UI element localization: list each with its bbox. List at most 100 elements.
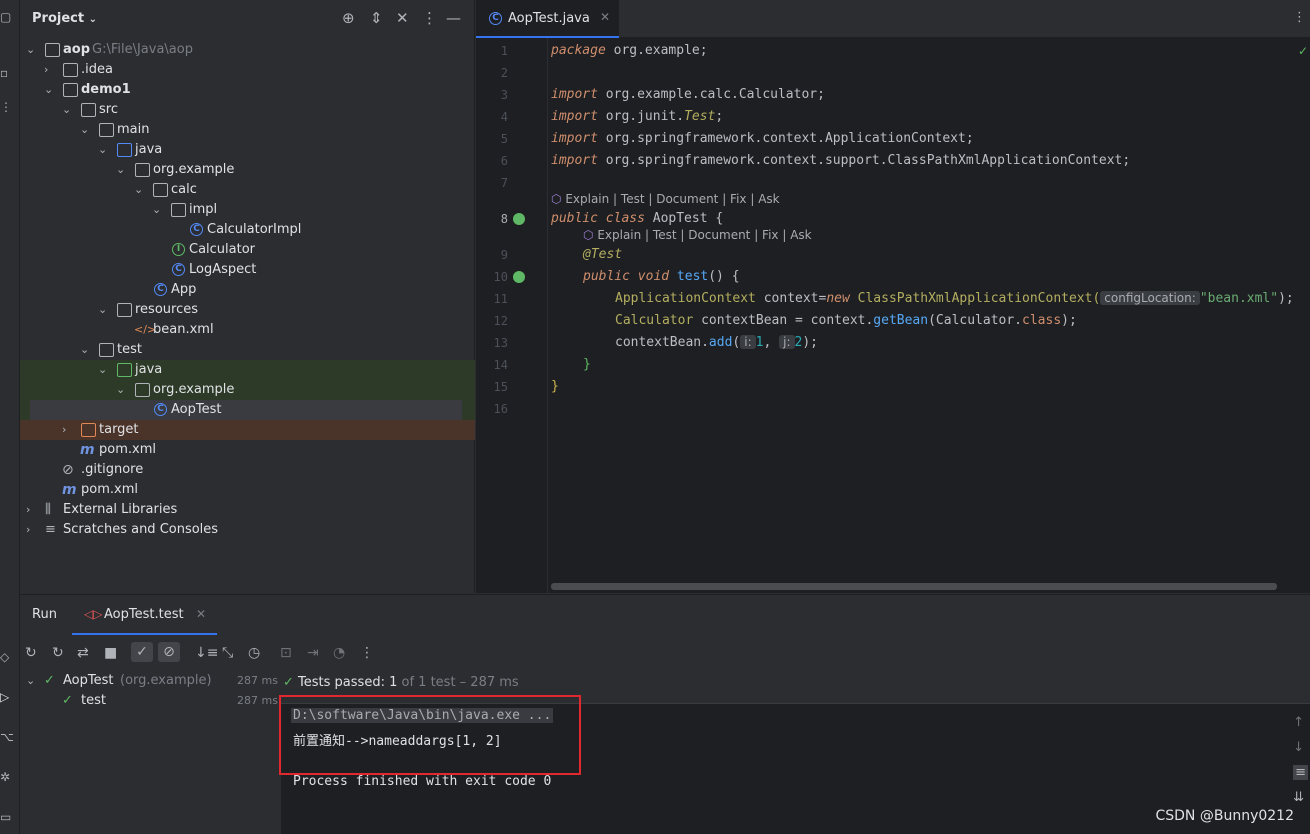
rerun-failed-icon[interactable]: ↻ (52, 645, 64, 661)
tree-item-src[interactable]: ⌄ src (20, 100, 475, 120)
close-icon[interactable]: ✕ (600, 10, 610, 24)
close-icon[interactable]: ✕ (196, 607, 206, 621)
locate-icon[interactable]: ⊕ (342, 9, 355, 27)
tree-item-logaspect[interactable]: C LogAspect (20, 260, 475, 280)
chevron-down-icon[interactable]: ⌄ (152, 200, 164, 220)
tree-item-aoptest[interactable]: C AopTest (20, 400, 475, 420)
tree-item-org-example[interactable]: ⌄ org.example (20, 160, 475, 180)
scroll-to-end-icon[interactable]: ⇊ (1293, 790, 1304, 805)
chevron-right-icon[interactable]: › (62, 420, 74, 440)
git-tool-icon[interactable]: ⌥ (0, 730, 14, 744)
tree-item-test-org-example[interactable]: ⌄ org.example (20, 380, 475, 400)
tree-item-calculatorimpl[interactable]: C CalculatorImpl (20, 220, 475, 240)
code-editor[interactable]: C AopTest.java ✕ ⋮ 1 2 3 4 5 6 7 8 9 10 … (476, 0, 1310, 593)
project-tool-icon[interactable]: ▢ (0, 10, 14, 24)
chevron-down-icon[interactable]: ⌄ (26, 40, 38, 60)
hide-icon[interactable]: — (446, 9, 461, 27)
horizontal-scrollbar[interactable] (551, 583, 1277, 590)
tree-item-resources[interactable]: ⌄ resources (20, 300, 475, 320)
tree-item-main[interactable]: ⌄ main (20, 120, 475, 140)
folder-icon (99, 123, 114, 137)
folder-icon (63, 63, 78, 77)
tree-item-gitignore[interactable]: ⊘ .gitignore (20, 460, 475, 480)
chevron-down-icon[interactable]: ⌄ (44, 80, 56, 100)
terminal-tool-icon[interactable]: ▭ (0, 810, 14, 824)
folder-icon (81, 103, 96, 117)
chevron-down-icon[interactable]: ⌄ (134, 180, 146, 200)
chevron-down-icon[interactable]: ⌄ (80, 120, 92, 140)
tree-item-demo1-pom[interactable]: m pom.xml (20, 440, 475, 460)
chevron-right-icon[interactable]: › (44, 60, 56, 80)
project-title[interactable]: Project ⌄ (32, 11, 97, 26)
class-icon: C (154, 283, 167, 296)
toggle-auto-test-icon[interactable]: ⇄ (77, 645, 89, 661)
services-tool-icon[interactable]: ◇ (0, 650, 14, 664)
parameter-hint: j: (779, 335, 795, 349)
scroll-down-icon[interactable]: ↓ (1293, 740, 1304, 755)
debug-tool-icon[interactable]: ✲ (0, 770, 14, 784)
library-icon: ⫼ (45, 502, 51, 517)
tree-item-calculator[interactable]: I Calculator (20, 240, 475, 260)
code-line-11: ApplicationContext context=new ClassPath… (615, 291, 1294, 306)
tree-item-impl[interactable]: ⌄ impl (20, 200, 475, 220)
run-class-icon[interactable] (513, 213, 525, 225)
tab-aoptest-java[interactable]: C AopTest.java ✕ (476, 0, 619, 38)
history-icon[interactable]: ◷ (248, 645, 260, 661)
tree-item-aop[interactable]: ⌄ aop G:\File\Java\aop (20, 40, 475, 60)
tree-item-test-java[interactable]: ⌄ java (20, 360, 475, 380)
stop-icon[interactable]: ■ (104, 645, 117, 661)
tree-item-bean-xml[interactable]: </> bean.xml (20, 320, 475, 340)
tree-item-app[interactable]: C App (20, 280, 475, 300)
tree-item-scratches[interactable]: › ≡ Scratches and Consoles (20, 520, 475, 540)
show-passed-icon[interactable]: ✓ (131, 642, 153, 662)
tab-aoptest-test[interactable]: ◁▷ AopTest.test ✕ (72, 595, 217, 635)
screenshot-icon[interactable]: ⊡ (280, 645, 292, 661)
show-ignored-icon[interactable]: ⊘ (158, 642, 180, 662)
selection-highlight (30, 400, 462, 420)
chevron-right-icon[interactable]: › (26, 500, 38, 520)
coverage-icon[interactable]: ◔ (333, 645, 345, 661)
ai-code-lens[interactable]: ⬡ Explain | Test | Document | Fix | Ask (583, 228, 812, 242)
rerun-icon[interactable]: ↻ (25, 645, 37, 661)
chevron-down-icon[interactable]: ⌄ (98, 140, 110, 160)
chevron-down-icon[interactable]: ⌄ (26, 671, 35, 691)
run-tool-icon[interactable]: ▷ (0, 690, 14, 704)
tree-item-java[interactable]: ⌄ java (20, 140, 475, 160)
interface-icon: I (172, 243, 185, 256)
collapse-icon[interactable]: ⤡ (222, 645, 233, 661)
tab-options-icon[interactable]: ⋮ (1293, 10, 1306, 25)
chevron-down-icon[interactable]: ⌄ (80, 340, 92, 360)
collapse-all-icon[interactable]: ✕ (396, 9, 409, 27)
test-tree-item-aoptest[interactable]: ⌄ ✓ AopTest (org.example) 287 ms (20, 671, 280, 691)
test-tree-item-test[interactable]: ✓ test 287 ms (20, 691, 280, 711)
ai-code-lens[interactable]: ⬡ Explain | Test | Document | Fix | Ask (551, 192, 780, 206)
chevron-down-icon[interactable]: ⌄ (116, 160, 128, 180)
more-options-icon[interactable]: ⋮ (360, 645, 374, 661)
chevron-down-icon[interactable]: ⌄ (98, 360, 110, 380)
chevron-down-icon[interactable]: ⌄ (98, 300, 110, 320)
tree-item-target[interactable]: › target (20, 420, 475, 440)
sort-icon[interactable]: ↓≡ (195, 645, 218, 661)
inspection-ok-icon[interactable]: ✓ (1298, 44, 1308, 58)
chevron-down-icon[interactable]: ⌄ (62, 100, 74, 120)
line-number: 10 (493, 270, 508, 284)
run-test-icon[interactable] (513, 271, 525, 283)
more-tools-icon[interactable]: ⋮ (0, 100, 14, 114)
expand-all-icon[interactable]: ⇕ (370, 9, 383, 27)
maven-icon: m (80, 442, 95, 458)
class-icon: C (489, 12, 502, 25)
line-number: 11 (493, 292, 508, 306)
export-icon[interactable]: ⇥ (307, 645, 319, 661)
chevron-right-icon[interactable]: › (26, 520, 38, 540)
tree-item-test[interactable]: ⌄ test (20, 340, 475, 360)
tree-item-external-libraries[interactable]: › ⫼ External Libraries (20, 500, 475, 520)
structure-tool-icon[interactable]: ▫ (0, 66, 14, 80)
soft-wrap-icon[interactable]: ≡ (1293, 765, 1308, 780)
tree-item-calc[interactable]: ⌄ calc (20, 180, 475, 200)
chevron-down-icon[interactable]: ⌄ (116, 380, 128, 400)
tree-item-root-pom[interactable]: m pom.xml (20, 480, 475, 500)
tree-item-demo1[interactable]: ⌄ demo1 (20, 80, 475, 100)
scroll-up-icon[interactable]: ↑ (1293, 715, 1304, 730)
options-icon[interactable]: ⋮ (422, 9, 437, 27)
tree-item-idea[interactable]: › .idea (20, 60, 475, 80)
